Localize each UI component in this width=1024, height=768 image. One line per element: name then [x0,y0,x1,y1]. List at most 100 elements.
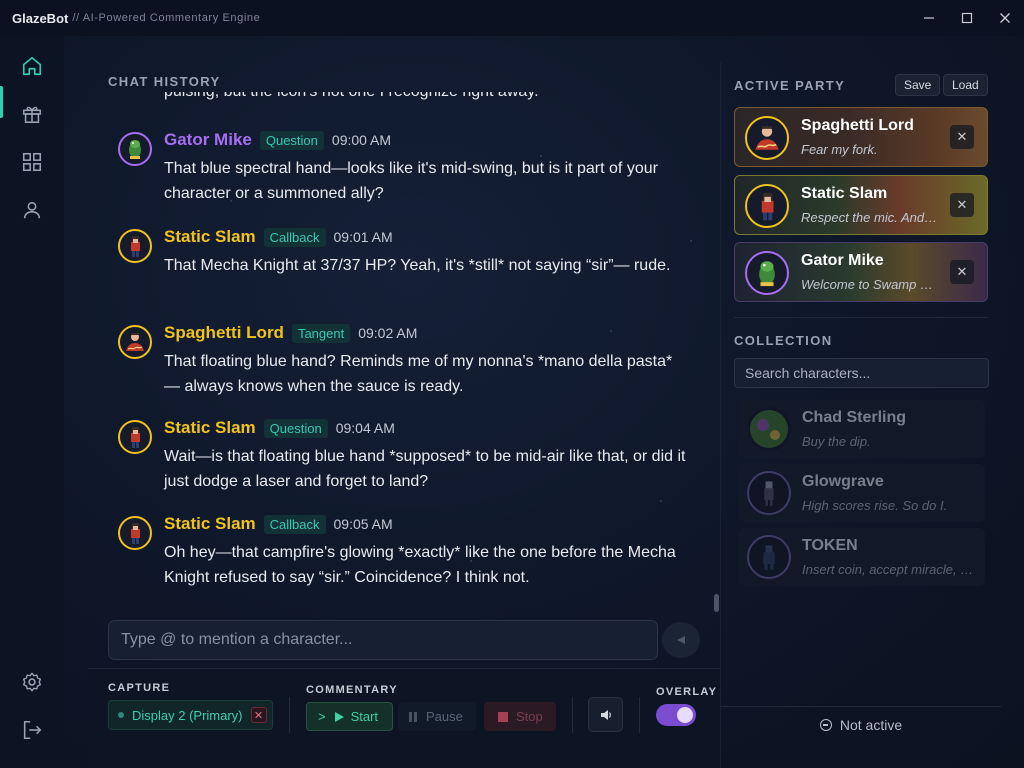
avatar [118,325,152,359]
send-button[interactable] [662,622,700,658]
capture-label: CAPTURE [108,682,171,694]
remove-member-button[interactable]: ✕ [950,125,974,149]
pause-icon [409,711,417,722]
collection-item[interactable]: Chad Sterling Buy the dip. [739,400,985,458]
control-bar: CAPTURE Display 2 (Primary) ✕ COMMENTARY… [88,668,720,768]
avatar [747,535,791,579]
avatar [118,132,152,166]
avatar [118,229,152,263]
message-tag: Question [259,130,324,150]
avatar [745,184,789,228]
party-member-name: Spaghetti Lord [801,117,914,134]
avatar [118,420,152,454]
stop-icon [498,711,508,722]
app-tagline: // AI-Powered Commentary Engine [72,12,261,24]
logout-icon [23,720,42,740]
app-window: GlazeBot // AI-Powered Commentary Engine [0,0,1024,768]
grid-icon [22,152,42,172]
message-header: Static Slam Question 09:04 AM [164,418,395,438]
chat-messages[interactable]: pulsing, but the icon's not one I recogn… [108,92,698,648]
speaker-icon [600,709,611,720]
start-prefix: > [318,709,326,724]
message-time: 09:01 AM [333,229,393,245]
collection-item-name: Glowgrave [802,473,884,490]
maximize-button[interactable] [948,0,986,36]
message-tag: Callback [263,227,326,247]
divider [734,317,988,318]
pause-button[interactable]: Pause [398,702,476,731]
avatar [745,116,789,160]
avatar [747,407,791,451]
message-time: 09:00 AM [331,132,392,148]
token-avatar-icon [763,545,775,570]
static-slam-avatar-icon [131,523,140,544]
gator-avatar-icon [759,261,775,287]
right-panel: ACTIVE PARTY Save Load Spaghetti Lord Fe… [720,62,1001,768]
nav-home[interactable] [14,48,50,84]
overlay-toggle[interactable] [656,704,696,726]
search-characters-input[interactable] [734,358,989,388]
collection-item[interactable]: TOKEN Insert coin, accept miracle, be bl… [739,528,985,586]
close-button[interactable] [986,0,1024,36]
gator-avatar-icon [129,140,141,159]
message-author: Spaghetti Lord [164,323,284,342]
capture-source-chip[interactable]: Display 2 (Primary) ✕ [108,700,273,730]
party-member-quote: Fear my fork. [801,142,878,157]
remove-member-button[interactable]: ✕ [950,193,974,217]
start-button[interactable]: > Start [306,702,393,731]
divider [721,706,1001,707]
message-text-cutoff: pulsing, but the icon's not one I recogn… [164,92,539,102]
message-text: That blue spectral hand—looks like it's … [164,160,658,202]
collection-item[interactable]: Glowgrave High scores rise. So do I. [739,464,985,522]
collection-item-quote: Buy the dip. [802,434,871,449]
spaghetti-lord-avatar-icon [755,126,779,150]
not-active-icon [819,719,832,731]
status-indicator: Not active [721,717,1001,733]
message-time: 09:04 AM [335,420,395,436]
chat-scrollbar[interactable] [714,594,719,612]
save-party-button[interactable]: Save [895,74,941,96]
divider [289,697,290,733]
nav-grid[interactable] [14,144,50,180]
start-label: Start [350,709,379,724]
divider [572,697,573,733]
chat-input[interactable] [108,620,658,660]
nav-profile[interactable] [14,192,50,228]
avatar [745,251,789,295]
stop-button[interactable]: Stop [484,702,556,731]
nav-gifts[interactable] [14,96,50,132]
minimize-button[interactable] [910,0,948,36]
capture-status-dot [118,712,124,718]
chat-panel: CHAT HISTORY pulsing, but the icon's not… [88,62,720,668]
load-party-button[interactable]: Load [943,74,988,96]
spaghetti-lord-avatar-icon [126,333,144,351]
static-slam-avatar-icon [761,192,774,221]
remove-member-button[interactable]: ✕ [950,260,974,284]
party-member-card[interactable]: Spaghetti Lord Fear my fork. ✕ [734,107,988,167]
window-controls [910,0,1024,36]
nav-settings[interactable] [14,664,50,700]
nav-logout[interactable] [14,712,50,748]
divider [639,697,640,733]
party-member-quote: Respect the mic. And the mic respects yo… [801,210,939,225]
message-header: Static Slam Callback 09:05 AM [164,514,393,534]
commentary-label: COMMENTARY [306,684,398,696]
minimize-icon [924,17,934,19]
active-party-title: ACTIVE PARTY [734,78,846,93]
overlay-label: OVERLAY [656,686,718,698]
message-header: Static Slam Callback 09:01 AM [164,227,393,247]
collection-item-quote: High scores rise. So do I. [802,498,948,513]
volume-button[interactable] [588,697,623,732]
maximize-icon [961,12,973,24]
party-member-card[interactable]: Gator Mike Welcome to Swamp Town, pal. ✕ [734,242,988,302]
collection-title: COLLECTION [734,333,833,348]
app-name: GlazeBot [12,10,69,26]
party-member-card[interactable]: Static Slam Respect the mic. And the mic… [734,175,988,235]
gear-icon [22,672,42,692]
status-text: Not active [839,717,903,733]
chat-history-title: CHAT HISTORY [108,74,221,89]
message-time: 09:02 AM [358,325,418,341]
message-header: Spaghetti Lord Tangent 09:02 AM [164,323,417,343]
chad-sterling-avatar-icon [750,410,788,448]
capture-remove-button[interactable]: ✕ [250,707,267,723]
